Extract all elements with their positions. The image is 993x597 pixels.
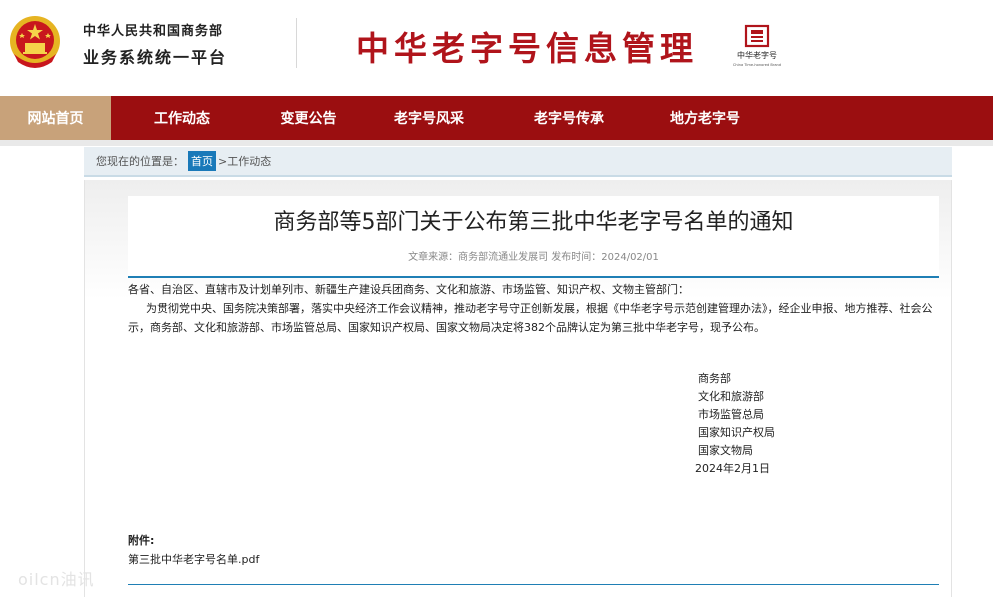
signer: 市场监管总局 xyxy=(698,408,764,421)
header-divider xyxy=(296,18,297,68)
nav-brand-heritage[interactable]: 老字号传承 xyxy=(494,96,644,140)
nav-brand-showcase[interactable]: 老字号风采 xyxy=(364,96,494,140)
article-title: 商务部等5部门关于公布第三批中华老字号名单的通知 xyxy=(273,210,794,235)
nav-shadow-strip xyxy=(0,140,993,146)
main-nav: 网站首页 工作动态 变更公告 老字号风采 老字号传承 地方老字号 xyxy=(0,96,993,140)
brand-mark-name: 中华老字号 xyxy=(737,50,777,60)
attachment-label: 附件: xyxy=(128,534,155,547)
time-honored-brand-logo: 中华老字号 China Time-honored Brand xyxy=(733,24,781,67)
platform-name: 业务系统统一平台 xyxy=(83,48,228,67)
signoff-date: 2024年2月1日 xyxy=(695,462,770,475)
article-panel: 商务部等5部门关于公布第三批中华老字号名单的通知 文章来源：商务部流通业发展司 … xyxy=(84,180,952,597)
bottom-divider xyxy=(128,584,939,585)
nav-change-notices[interactable]: 变更公告 xyxy=(253,96,364,140)
article-meta: 文章来源：商务部流通业发展司 发布时间：2024/02/01 xyxy=(408,252,659,263)
nav-home[interactable]: 网站首页 xyxy=(0,96,111,140)
attachment-link[interactable]: 第三批中华老字号名单.pdf xyxy=(128,551,259,567)
article-salutation: 各省、自治区、直辖市及计划单列市、新疆生产建设兵团商务、文化和旅游、市场监管、知… xyxy=(128,283,689,296)
site-header: 中华人民共和国商务部 业务系统统一平台 中华老字号信息管理 中华老字号 Chin… xyxy=(0,0,993,96)
breadcrumb-current: >工作动态 xyxy=(218,155,272,168)
title-divider xyxy=(128,276,939,278)
breadcrumb-prefix: 您现在的位置是： xyxy=(96,155,184,168)
title-box: 商务部等5部门关于公布第三批中华老字号名单的通知 文章来源：商务部流通业发展司 … xyxy=(128,196,939,276)
article-body: 各省、自治区、直辖市及计划单列市、新疆生产建设兵团商务、文化和旅游、市场监管、知… xyxy=(128,280,933,337)
signer: 文化和旅游部 xyxy=(698,390,764,403)
national-emblem-icon xyxy=(10,16,60,68)
breadcrumb-home-link[interactable]: 首页 xyxy=(188,151,216,171)
brand-mark-en: China Time-honored Brand xyxy=(733,63,781,67)
breadcrumb: 您现在的位置是： 首页 >工作动态 xyxy=(84,147,952,177)
signer: 商务部 xyxy=(698,372,731,385)
site-title: 中华老字号信息管理 xyxy=(356,29,698,68)
signoff-block: 商务部 文化和旅游部 市场监管总局 国家知识产权局 国家文物局 2024年2月1… xyxy=(695,370,775,478)
nav-local-brands[interactable]: 地方老字号 xyxy=(644,96,766,140)
org-name: 中华人民共和国商务部 xyxy=(83,24,224,39)
watermark: oilcn油讯 xyxy=(18,570,95,589)
signer: 国家知识产权局 xyxy=(698,426,775,439)
signer: 国家文物局 xyxy=(698,444,753,457)
article-paragraph: 为贯彻党中央、国务院决策部署，落实中央经济工作会议精神，推动老字号守正创新发展，… xyxy=(128,302,933,334)
nav-work-news[interactable]: 工作动态 xyxy=(111,96,253,140)
